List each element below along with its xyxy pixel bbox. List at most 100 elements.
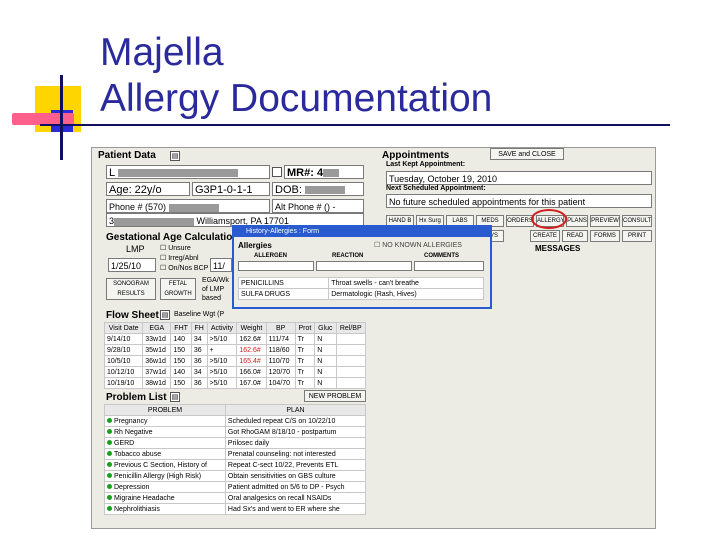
problem-row[interactable]: Depression Patient admitted on 5/6 to DP … <box>104 481 367 493</box>
problem-row[interactable]: Migraine Headache Oral analgesics on reca… <box>104 492 367 504</box>
problem-name: Nephrolithiasis <box>114 505 160 513</box>
flow-cell: 33w1d <box>142 333 172 345</box>
flow-sheet-row[interactable]: 9/28/10 35w1d 150 36 +162.6# 118/60 Tr N <box>103 344 367 356</box>
baseline-weight-label: Baseline Wgt (P <box>174 311 225 318</box>
patient-print-icon[interactable]: ▤ <box>170 151 180 161</box>
problem-plan: Got RhoGAM 8/18/10 - postpartum <box>224 426 367 438</box>
ega-notes: EGA/Wk of LMP based <box>202 277 229 302</box>
lmp-bcp-checkbox[interactable]: ☐ On/Nos BCP <box>160 264 208 272</box>
flow-cell: 104/70 <box>265 377 296 389</box>
gravida-para-field[interactable]: G3P1-0-1-1 <box>192 182 270 196</box>
flow-cell: 120/70 <box>265 366 296 378</box>
flow-cell: 9/14/10 <box>103 333 144 345</box>
problem-plan: Prilosec daily <box>224 437 367 449</box>
flow-column-header: EGA <box>142 322 172 334</box>
lmp-irregular-checkbox[interactable]: ☐ Irreg/Abnl <box>160 254 199 262</box>
status-dot-icon <box>107 494 112 500</box>
save-close-button[interactable]: SAVE and CLOSE <box>490 148 564 160</box>
problem-name: Previous C Section, History of <box>114 461 207 469</box>
sonogram-results-button[interactable]: SONOGRAM RESULTS <box>106 278 156 300</box>
orders-button[interactable]: ORDERS <box>506 215 534 227</box>
forms-button[interactable]: FORMS <box>590 230 620 242</box>
dob-field[interactable]: DOB: <box>272 182 364 196</box>
flow-cell: N <box>314 366 337 378</box>
problem-row[interactable]: Rh Negative Got RhoGAM 8/18/10 - postpart… <box>104 426 367 438</box>
flow-cell: Tr <box>294 355 316 367</box>
consult-button[interactable]: CONSULT <box>622 215 652 227</box>
flow-cell: 36 <box>190 344 208 356</box>
allergy-row[interactable]: PENICILLINS Throat swells - can't breathe <box>237 277 484 289</box>
reaction-select[interactable] <box>316 261 412 271</box>
next-appointment-label: Next Scheduled Appointment: <box>386 185 486 192</box>
problem-row[interactable]: Pregnancy Scheduled repeat C/S on 10/22/1… <box>104 415 367 427</box>
mr-number-field[interactable]: MR#: 4 <box>284 165 364 179</box>
problem-plan: Oral analgesics on recall NSAIDs <box>224 492 367 504</box>
slide-title-line1: Majella <box>100 31 224 74</box>
flow-cell <box>335 377 367 389</box>
edc-field[interactable]: 11/ <box>210 258 232 272</box>
fetal-growth-button[interactable]: FETAL GROWTH <box>160 278 196 300</box>
allergy-row[interactable]: SULFA DRUGS Dermatologic (Rash, Hives) <box>237 288 484 300</box>
flow-cell: 167.0# <box>236 377 267 389</box>
last-appointment-label: Last Kept Appointment: <box>386 161 466 168</box>
problem-row[interactable]: Penicillin Allergy (High Risk) Obtain sen… <box>104 470 367 482</box>
reaction-cell: Dermatologic (Rash, Hives) <box>328 288 484 300</box>
flow-cell: 9/28/10 <box>103 344 144 356</box>
status-dot-icon <box>107 417 112 423</box>
problem-name: Tobacco abuse <box>114 450 162 458</box>
lmp-field[interactable]: 1/25/10 <box>108 258 156 272</box>
no-known-allergies-checkbox[interactable]: ☐ NO KNOWN ALLERGIES <box>374 241 462 249</box>
flow-sheet-row[interactable]: 10/19/10 38w1d 150 36 >5/10 167.0# 104/70 Tr N <box>103 377 367 389</box>
flow-column-header: Rel/BP <box>335 322 367 334</box>
flow-cell: 111/74 <box>265 333 296 345</box>
flow-sheet-row[interactable]: 10/12/10 37w1d 140 34 >5/10 166.0# 120/70 Tr N <box>103 366 367 378</box>
problem-list-print-icon[interactable]: ▤ <box>170 392 180 402</box>
problem-row[interactable]: Previous C Section, History of Repeat C-s… <box>104 459 367 471</box>
status-dot-icon <box>107 461 112 467</box>
lmp-unsure-checkbox[interactable]: ☐ Unsure <box>160 244 191 252</box>
problem-row[interactable]: GERD Prilosec daily <box>104 437 367 449</box>
problem-row[interactable]: Tobacco abuse Prenatal counseling: not in… <box>104 448 367 460</box>
preview-button[interactable]: PREVIEW <box>590 215 620 227</box>
problem-cell: Previous C Section, History of <box>104 459 226 471</box>
read-button[interactable]: READ <box>562 230 588 242</box>
ehr-app-screenshot: Patient Data ▤ L MR#: 4 Age: 22y/o G3P1-… <box>91 147 656 529</box>
flow-cell: 166.0# <box>236 366 267 378</box>
print-button[interactable]: PRINT <box>622 230 652 242</box>
problem-name: Pregnancy <box>114 417 148 425</box>
problem-cell: GERD <box>104 437 226 449</box>
problem-plan: Obtain sensitivities on GBS culture <box>224 470 367 482</box>
flow-cell: 162.6# <box>236 344 267 356</box>
flow-cell: Tr <box>294 366 316 378</box>
slide-title: Majella Allergy Documentation <box>100 30 492 122</box>
patient-data-header: Patient Data <box>98 150 156 161</box>
allergen-select[interactable] <box>238 261 314 271</box>
flow-cell: >5/10 <box>206 355 238 367</box>
phone-field[interactable]: Phone # (570) <box>106 199 270 213</box>
flow-sheet-row[interactable]: 10/5/10 36w1d 150 36 >5/10 165.4# 110/70 Tr N <box>103 355 367 367</box>
flow-cell: 118/60 <box>265 344 296 356</box>
patient-name-field[interactable]: L <box>106 165 270 179</box>
patient-flag-checkbox[interactable] <box>272 167 282 177</box>
create-button[interactable]: CREATE <box>530 230 560 242</box>
flow-cell: 10/5/10 <box>103 355 144 367</box>
alt-phone-field[interactable]: Alt Phone # () - <box>272 199 364 213</box>
flow-column-header: Prot <box>294 322 316 334</box>
problem-cell: Tobacco abuse <box>104 448 226 460</box>
comments-input[interactable] <box>414 261 484 271</box>
age-field[interactable]: Age: 22y/o <box>106 182 190 196</box>
problem-name: Penicillin Allergy (High Risk) <box>114 472 202 480</box>
flow-cell: 34 <box>190 333 208 345</box>
problem-name: GERD <box>114 439 135 447</box>
problem-list-header: Problem List <box>106 392 167 403</box>
flow-sheet-row[interactable]: 9/14/10 33w1d 140 34 >5/10 162.6# 111/74 Tr N <box>103 333 367 345</box>
plans-button[interactable]: PLANS <box>566 215 588 227</box>
flow-cell: 110/70 <box>265 355 296 367</box>
new-problem-button[interactable]: NEW PROBLEM <box>304 390 366 402</box>
flow-cell: 36 <box>190 355 208 367</box>
problem-row[interactable]: Nephrolithiasis Had Sx's and went to ER w… <box>104 503 367 515</box>
problem-cell: Penicillin Allergy (High Risk) <box>104 470 226 482</box>
status-dot-icon <box>107 505 112 511</box>
flow-cell: 150 <box>170 377 192 389</box>
flow-sheet-print-icon[interactable]: ▤ <box>160 310 170 320</box>
